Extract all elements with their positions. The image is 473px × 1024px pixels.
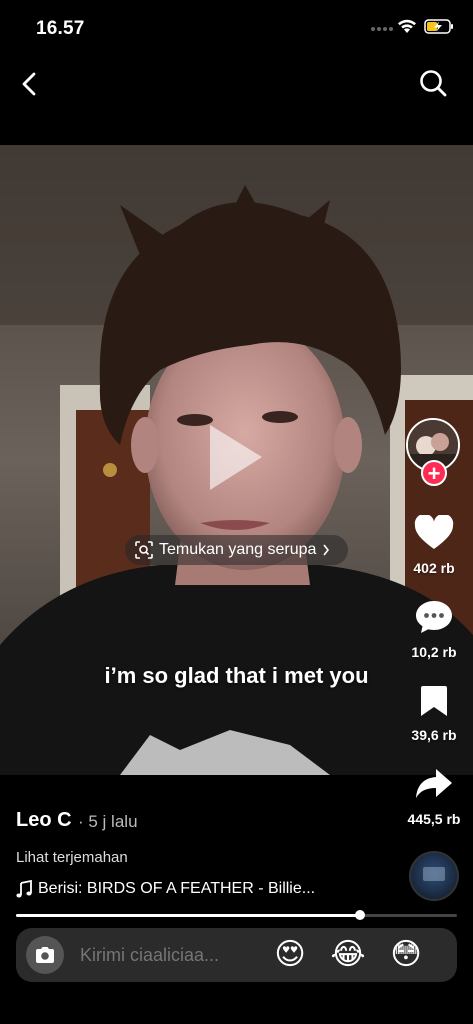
video-subtitle: i’m so glad that i met you: [104, 663, 369, 688]
camera-icon: [36, 947, 54, 963]
find-similar-button[interactable]: Temukan yang serupa: [125, 535, 348, 565]
back-button[interactable]: [14, 68, 44, 100]
visual-search-icon: [135, 541, 153, 559]
post-time: · 5 j lalu: [78, 812, 138, 831]
save-count: 39,6 rb: [411, 727, 457, 743]
music-row[interactable]: Berisi: BIRDS OF A FEATHER - Billie...: [16, 880, 396, 898]
signal-icon: [371, 27, 393, 33]
progress-fill: [16, 914, 360, 917]
follow-button[interactable]: +: [421, 460, 447, 486]
search-icon: [420, 70, 447, 97]
see-translation-link[interactable]: Lihat terjemahan: [16, 849, 128, 866]
album-art-image: [409, 851, 459, 901]
battery-charging-icon: [424, 19, 453, 34]
progress-thumb[interactable]: [354, 910, 365, 920]
comment-input[interactable]: [80, 944, 252, 966]
wifi-icon: [398, 19, 416, 33]
camera-button[interactable]: [26, 936, 64, 974]
share-count: 445,5 rb: [407, 811, 461, 827]
share-arrow-icon: [416, 769, 452, 798]
save-button[interactable]: 39,6 rb: [404, 684, 464, 743]
author-name[interactable]: Leo C: [16, 809, 72, 832]
bookmark-icon: [421, 686, 447, 716]
status-time: 16.57: [36, 18, 85, 39]
emoji-laughing-button[interactable]: 😂: [328, 935, 368, 975]
video-progress-bar[interactable]: [16, 910, 457, 920]
find-similar-label: Temukan yang serupa: [159, 541, 317, 558]
music-disc[interactable]: [409, 851, 459, 901]
search-button[interactable]: [416, 66, 450, 100]
comment-count: 10,2 rb: [411, 644, 457, 660]
heart-icon: [414, 513, 454, 549]
comment-button[interactable]: 10,2 rb: [404, 599, 464, 660]
like-button[interactable]: 402 rb: [404, 513, 464, 576]
music-note-icon: [16, 880, 32, 898]
music-title: Berisi: BIRDS OF A FEATHER - Billie...: [38, 880, 316, 897]
creator-avatar[interactable]: +: [406, 418, 462, 486]
chevron-right-icon: [323, 544, 330, 556]
comment-icon: [416, 601, 452, 633]
emoji-flushed-button[interactable]: 😳: [386, 935, 426, 975]
emoji-heart-eyes-button[interactable]: 😍: [270, 935, 310, 975]
share-button[interactable]: 445,5 rb: [404, 766, 464, 827]
like-count: 402 rb: [413, 560, 455, 576]
chevron-left-icon: [22, 72, 36, 96]
comment-bar: 😍 😂 😳: [16, 928, 457, 982]
